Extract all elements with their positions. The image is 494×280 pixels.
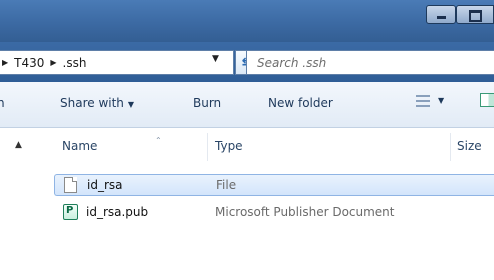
column-header-row: ▲ ⌃ Name Type Size [0,128,494,166]
breadcrumb-arrow-icon[interactable]: ▶ [50,58,56,67]
preview-pane-icon[interactable] [480,93,494,107]
column-header-name[interactable]: ⌃ Name [62,136,162,153]
burn-label: Burn [193,96,222,110]
file-type: File [216,178,237,192]
breadcrumb-t430[interactable]: T430 [14,56,44,70]
column-divider[interactable] [450,133,451,161]
file-row-id-rsa[interactable]: id_rsa File [54,174,494,196]
search-box[interactable] [246,50,494,75]
publisher-icon [63,204,78,220]
window-titlebar [0,0,494,42]
collapse-arrow-icon[interactable]: ▲ [15,140,22,150]
burn-button[interactable]: Burn [193,96,221,110]
organize-button[interactable]: n [0,96,5,110]
file-name: id_rsa.pub [86,205,149,219]
share-with-label: Share with [60,96,124,110]
file-row-id-rsa-pub[interactable]: id_rsa.pub Microsoft Publisher Document [54,202,494,224]
share-with-button[interactable]: Share with ▼ [60,96,134,110]
view-dropdown-icon[interactable]: ▼ [438,96,444,105]
new-folder-button[interactable]: New folder [268,96,333,110]
column-header-size[interactable]: Size [457,139,482,153]
chevron-down-icon: ▼ [127,100,135,109]
organize-label: n [0,96,5,110]
view-options-icon[interactable] [416,95,430,107]
file-name: id_rsa [87,178,123,192]
address-bar-area: ▶ T430 ▶ .ssh ▼ ⇆ [0,42,494,82]
search-input[interactable] [257,55,477,71]
file-icon [64,177,77,193]
column-divider[interactable] [207,133,208,161]
address-dropdown-icon[interactable]: ▼ [212,54,219,64]
address-field[interactable]: ▶ T430 ▶ .ssh ▼ [0,50,234,75]
maximize-button[interactable] [456,5,494,24]
command-bar: n Share with ▼ Burn New folder ▼ [0,82,494,128]
file-type: Microsoft Publisher Document [215,205,395,219]
minimize-button[interactable] [426,5,456,24]
breadcrumb-arrow-icon[interactable]: ▶ [2,58,8,67]
column-header-type[interactable]: Type [215,139,243,153]
new-folder-label: New folder [268,96,333,110]
sort-ascending-icon: ⌃ [155,136,162,145]
breadcrumb-ssh[interactable]: .ssh [63,56,87,70]
